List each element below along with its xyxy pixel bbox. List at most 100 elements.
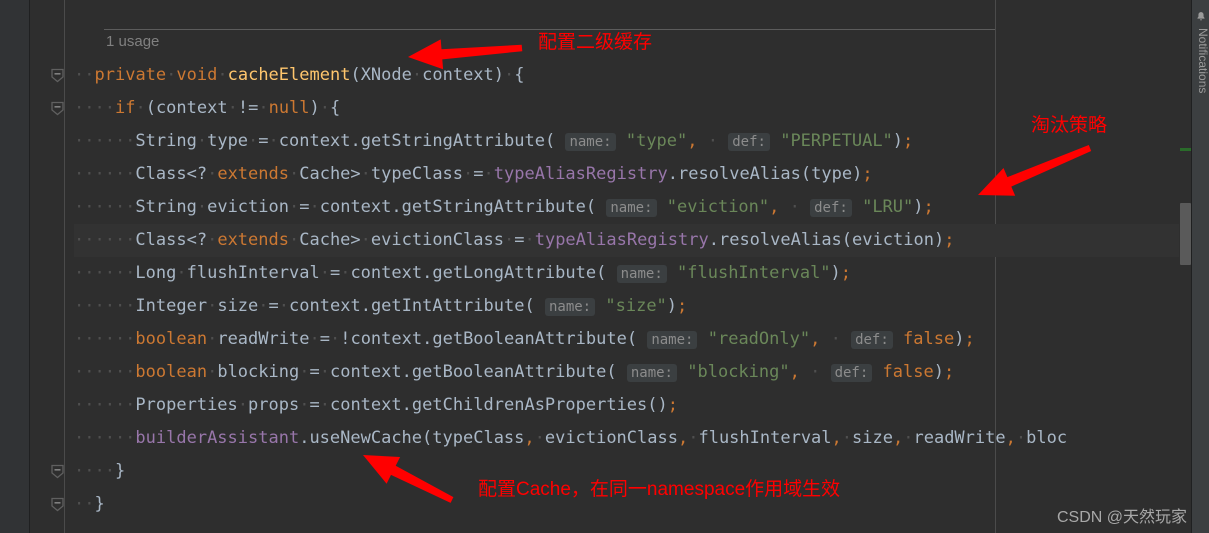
line-readwrite[interactable]: ······boolean·readWrite·=·!context.getBo… <box>74 323 975 356</box>
code-token: · <box>463 164 474 184</box>
code-token: · <box>841 428 853 448</box>
code-token: Properties <box>135 395 238 415</box>
line-string-eviction[interactable]: ······String·eviction·=·context.getStrin… <box>74 191 934 224</box>
notifications-tab[interactable]: Notifications <box>1192 28 1209 93</box>
code-token: . <box>401 362 412 382</box>
vertical-scrollbar-thumb[interactable] <box>1180 203 1191 265</box>
code-token: ······ <box>74 428 136 448</box>
code-token: · <box>135 98 146 118</box>
code-token: ; <box>964 329 975 349</box>
fold-collapse-icon[interactable] <box>50 497 65 512</box>
code-token: name: <box>565 133 616 151</box>
code-token: ) <box>852 164 863 184</box>
code-token: ; <box>923 197 934 217</box>
usage-count-hint[interactable]: 1 usage <box>106 33 159 50</box>
code-token: · <box>217 65 228 85</box>
code-token: flushInterval <box>186 263 320 283</box>
code-token: boolean <box>135 362 208 382</box>
code-token: · <box>237 395 249 415</box>
code-token: · <box>1015 428 1027 448</box>
code-token: · <box>329 329 341 349</box>
line-usenewcache[interactable]: ······builderAssistant.useNewCache(typeC… <box>74 422 1067 455</box>
ide-editor-window: 1 usage ··private·void·cacheElement(XNod… <box>0 0 1209 533</box>
code-token: XNode <box>360 65 412 85</box>
line-close-inner-brace[interactable]: ····} <box>74 455 125 488</box>
code-token: · <box>360 230 371 250</box>
code-token: ) <box>830 263 841 283</box>
code-token: ······ <box>74 263 136 283</box>
code-token: · <box>227 98 238 118</box>
code-token: Cache> <box>299 230 361 250</box>
code-token: ······ <box>74 230 136 250</box>
code-token: Class<? <box>135 164 208 184</box>
code-token: type <box>811 164 853 184</box>
code-token: · <box>483 164 494 184</box>
line-if-null-check[interactable]: ····if·(context·!=·null)·{ <box>74 92 340 125</box>
code-token: props <box>248 395 300 415</box>
line-evictionclass[interactable]: ······Class<?·extends·Cache>·evictionCla… <box>74 224 954 257</box>
line-blocking[interactable]: ······boolean·blocking·=·context.getBool… <box>74 356 954 389</box>
code-token: bloc <box>1026 428 1068 448</box>
code-token: "blocking" <box>687 362 790 382</box>
vertical-scrollbar-track[interactable] <box>1180 0 1191 533</box>
code-token: · <box>207 296 218 316</box>
code-token: evictionClass <box>370 230 504 250</box>
code-token: · <box>688 428 699 448</box>
code-token: boolean <box>135 329 208 349</box>
code-token: · <box>309 329 320 349</box>
code-token: · <box>319 362 330 382</box>
line-typeclass[interactable]: ······Class<?·extends·Cache>·typeClass·=… <box>74 158 873 191</box>
code-token: ) <box>933 230 945 250</box>
line-flushinterval[interactable]: ······Long·flushInterval·=·context.getLo… <box>74 257 851 290</box>
code-token: ( <box>626 329 638 349</box>
code-token: getIntAttribute <box>370 296 525 316</box>
code-token: ) <box>309 98 320 118</box>
code-token: () <box>647 395 668 415</box>
code-token: . <box>667 164 679 184</box>
editor-gutter[interactable] <box>30 0 74 533</box>
line-props[interactable]: ······Properties·props·=·context.getChil… <box>74 389 678 422</box>
code-editor-area[interactable]: 1 usage ··private·void·cacheElement(XNod… <box>74 0 1179 533</box>
code-token: readWrite <box>913 428 1006 448</box>
code-token: · <box>207 230 218 250</box>
code-token: } <box>94 494 105 514</box>
code-token: · <box>319 98 331 118</box>
code-token: . <box>708 230 719 250</box>
fold-collapse-icon[interactable] <box>50 464 65 479</box>
code-token: ······ <box>74 131 136 151</box>
code-token: "PERPETUAL" <box>780 131 893 151</box>
code-token: . <box>350 131 361 151</box>
code-token: evictionClass <box>544 428 678 448</box>
code-token: ) <box>913 197 924 217</box>
code-token: ; <box>944 230 955 250</box>
line-method-signature[interactable]: ··private·void·cacheElement(XNode·contex… <box>74 59 525 92</box>
fold-collapse-icon[interactable] <box>50 101 65 116</box>
line-size[interactable]: ······Integer·size·=·context.getIntAttri… <box>74 290 687 323</box>
line-close-outer-brace[interactable]: ··} <box>74 488 105 521</box>
annotation-configure-cache-namespace: 配置Cache，在同一namespace作用域生效 <box>478 479 841 500</box>
code-token: · <box>207 329 218 349</box>
code-token: builderAssistant <box>135 428 300 448</box>
code-token: ; <box>677 296 688 316</box>
code-token: , <box>1005 428 1016 448</box>
code-token: type <box>207 131 249 151</box>
code-token: · <box>799 362 831 382</box>
left-tool-strip <box>0 0 30 533</box>
code-token: · <box>166 65 177 85</box>
code-token: eviction <box>207 197 289 217</box>
code-token: name: <box>626 364 677 382</box>
code-token: context <box>278 131 351 151</box>
code-token: = <box>299 197 310 217</box>
code-token: ( <box>585 197 597 217</box>
fold-collapse-icon[interactable] <box>50 68 65 83</box>
error-stripe-marker[interactable] <box>1180 148 1191 151</box>
code-token: false <box>882 362 934 382</box>
line-string-type[interactable]: ······String·type·=·context.getStringAtt… <box>74 125 913 158</box>
code-token: extends <box>217 230 289 250</box>
code-token: = <box>319 329 330 349</box>
code-token: context <box>329 362 402 382</box>
code-token: getStringAttribute <box>401 197 586 217</box>
